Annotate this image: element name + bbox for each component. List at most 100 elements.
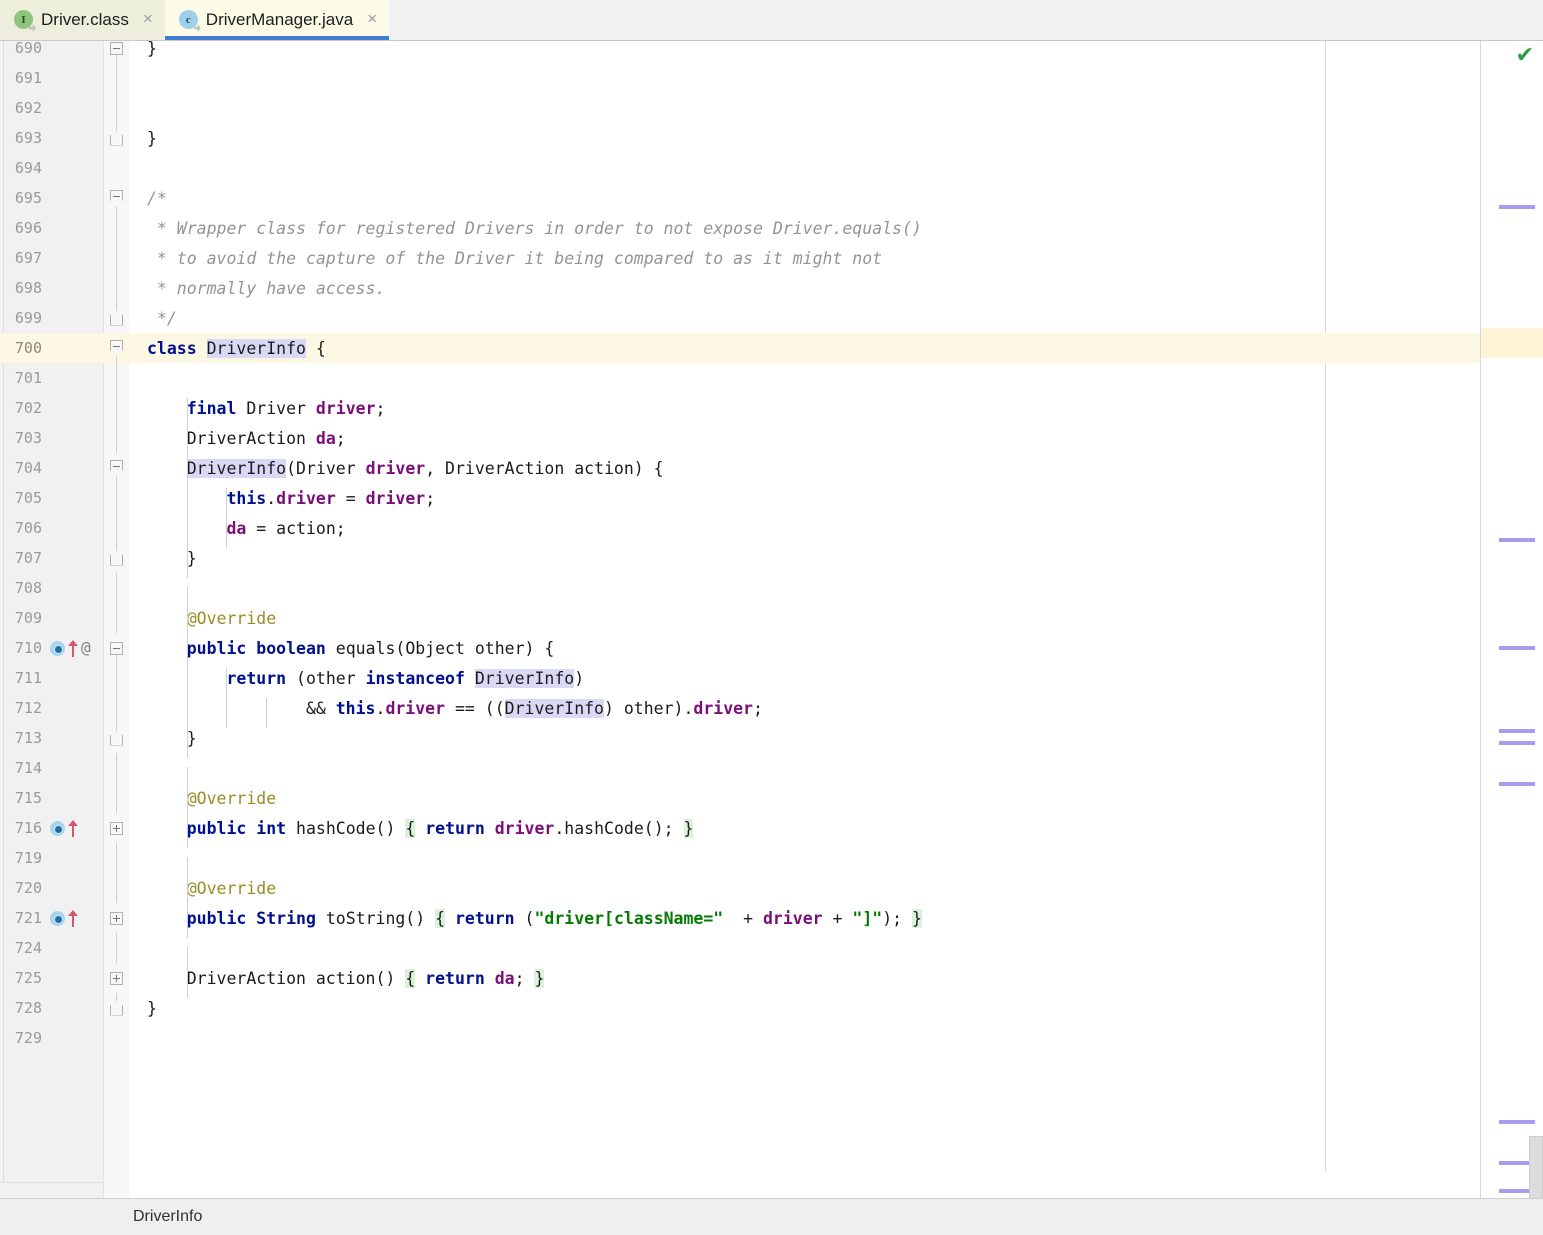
code-text[interactable]: return (other instanceof DriverInfo) xyxy=(129,667,1543,698)
close-icon[interactable]: × xyxy=(141,10,155,29)
code-line-row[interactable]: 708 xyxy=(0,573,1543,617)
code-text[interactable]: public int hashCode() { return driver.ha… xyxy=(129,817,1543,848)
fold-marker-cell[interactable] xyxy=(104,93,129,123)
fold-marker-cell[interactable] xyxy=(104,243,129,273)
code-text[interactable]: public boolean equals(Object other) { xyxy=(129,637,1543,668)
code-text[interactable]: * Wrapper class for registered Drivers i… xyxy=(129,219,1543,238)
fold-marker-cell[interactable] xyxy=(104,453,129,483)
code-text[interactable]: da = action; xyxy=(129,517,1543,548)
code-line-row[interactable]: 697 * to avoid the capture of the Driver… xyxy=(0,243,1543,273)
fold-marker-cell[interactable] xyxy=(104,513,129,543)
fold-marker-cell[interactable] xyxy=(104,693,129,723)
fold-marker-cell[interactable] xyxy=(104,41,129,63)
fold-marker-cell[interactable] xyxy=(104,573,129,603)
code-text[interactable]: @Override xyxy=(129,607,1543,638)
implemented-icon[interactable] xyxy=(50,820,65,836)
fold-marker-cell[interactable] xyxy=(104,753,129,783)
fold-marker-cell[interactable] xyxy=(104,543,129,573)
code-line-row[interactable]: 720 @Override xyxy=(0,873,1543,908)
code-text[interactable]: @Override xyxy=(129,787,1543,818)
fold-marker-cell[interactable] xyxy=(104,183,129,213)
fold-expand-icon[interactable] xyxy=(110,971,123,985)
fold-marker-cell[interactable] xyxy=(104,603,129,633)
code-text[interactable]: } xyxy=(129,41,1543,58)
code-line-row[interactable]: 725 DriverAction action() { return da; } xyxy=(0,963,1543,998)
code-text[interactable]: * normally have access. xyxy=(129,279,1543,298)
code-editor[interactable]: 690} 691 692 693} 694 695 /* 696 * Wrapper clas… xyxy=(0,41,1543,1198)
code-line-row[interactable]: 724 xyxy=(0,933,1543,977)
implemented-icon[interactable] xyxy=(50,640,65,656)
code-text[interactable]: /* xyxy=(129,189,1543,208)
code-line-row[interactable]: 692 xyxy=(0,93,1543,123)
checkmark-icon[interactable]: ✔ xyxy=(1516,45,1534,67)
fold-region-end-icon[interactable] xyxy=(110,1000,123,1016)
usage-marker[interactable] xyxy=(1499,205,1535,209)
code-line-row[interactable]: 690} xyxy=(0,41,1543,63)
fold-marker-cell[interactable] xyxy=(104,873,129,903)
usage-marker[interactable] xyxy=(1499,1120,1535,1124)
code-text[interactable]: } xyxy=(129,547,1543,578)
fold-marker-cell[interactable] xyxy=(104,423,129,453)
overriding-method-icon[interactable] xyxy=(68,639,78,657)
marker-bar[interactable]: ✔ xyxy=(1480,41,1543,1208)
fold-marker-cell[interactable] xyxy=(104,153,129,183)
code-line-row[interactable]: 704 DriverInfo(Driver driver, DriverActi… xyxy=(0,453,1543,488)
code-text[interactable]: && this.driver == ((DriverInfo) other).d… xyxy=(129,697,1543,728)
fold-marker-cell[interactable] xyxy=(104,813,129,843)
code-text[interactable]: } xyxy=(129,129,1543,148)
code-line-row[interactable]: 703 DriverAction da; xyxy=(0,423,1543,458)
code-line-row[interactable]: 715 @Override xyxy=(0,783,1543,818)
code-line-row[interactable]: 710 @ public boolean equals(Object other)… xyxy=(0,633,1543,668)
code-line-row[interactable]: 712 && this.driver == ((DriverInfo) othe… xyxy=(0,693,1543,728)
code-line-row[interactable]: 691 xyxy=(0,63,1543,93)
fold-marker-cell[interactable] xyxy=(104,783,129,813)
fold-expand-icon[interactable] xyxy=(110,821,123,835)
fold-collapse-icon[interactable] xyxy=(110,641,123,655)
code-line-row[interactable]: 699 */ xyxy=(0,303,1543,333)
fold-marker-cell[interactable] xyxy=(104,483,129,513)
fold-marker-cell[interactable] xyxy=(104,903,129,933)
code-line-row[interactable]: 713 } xyxy=(0,723,1543,758)
fold-marker-cell[interactable] xyxy=(104,1023,129,1053)
fold-collapse-icon[interactable] xyxy=(110,189,123,207)
fold-marker-cell[interactable] xyxy=(104,273,129,303)
fold-marker-cell[interactable] xyxy=(104,63,129,93)
fold-marker-cell[interactable] xyxy=(104,303,129,333)
code-line-row[interactable]: 701 xyxy=(0,363,1543,393)
code-line-row[interactable]: 698 * normally have access. xyxy=(0,273,1543,303)
code-line-row[interactable]: 706 da = action; xyxy=(0,513,1543,548)
fold-marker-cell[interactable] xyxy=(104,393,129,423)
code-line-row[interactable]: 721 public String toString() { return ("… xyxy=(0,903,1543,938)
code-line-row[interactable]: 702 final Driver driver; xyxy=(0,393,1543,428)
overriding-method-icon[interactable] xyxy=(68,819,78,837)
fold-region-end-icon[interactable] xyxy=(110,310,123,326)
code-text[interactable]: public String toString() { return ("driv… xyxy=(129,907,1543,938)
fold-marker-cell[interactable] xyxy=(104,333,129,363)
code-text[interactable]: class DriverInfo { xyxy=(129,338,1543,358)
code-text[interactable]: final Driver driver; xyxy=(129,397,1543,428)
fold-marker-cell[interactable] xyxy=(104,993,129,1023)
usage-marker[interactable] xyxy=(1499,646,1535,650)
fold-region-end-icon[interactable] xyxy=(110,550,123,566)
fold-marker-cell[interactable] xyxy=(104,723,129,753)
code-text[interactable]: DriverInfo(Driver driver, DriverAction a… xyxy=(129,457,1543,488)
overriding-method-icon[interactable] xyxy=(68,909,78,927)
fold-collapse-icon[interactable] xyxy=(110,459,123,477)
fold-marker-cell[interactable] xyxy=(104,633,129,663)
fold-marker-cell[interactable] xyxy=(104,933,129,963)
fold-collapse-icon[interactable] xyxy=(110,41,123,55)
code-line-row[interactable]: 694 xyxy=(0,153,1543,183)
code-line-row[interactable]: 729 xyxy=(0,1023,1543,1053)
usage-marker[interactable] xyxy=(1499,782,1535,786)
code-text[interactable]: DriverAction da; xyxy=(129,427,1543,458)
annotation-icon[interactable]: @ xyxy=(81,640,91,656)
code-text[interactable]: * to avoid the capture of the Driver it … xyxy=(129,249,1543,268)
usage-marker[interactable] xyxy=(1499,741,1535,745)
fold-region-end-icon[interactable] xyxy=(110,730,123,746)
fold-region-end-icon[interactable] xyxy=(110,130,123,146)
breadcrumb[interactable]: DriverInfo xyxy=(133,1208,202,1226)
fold-marker-cell[interactable] xyxy=(104,663,129,693)
code-line-row[interactable]: 696 * Wrapper class for registered Drive… xyxy=(0,213,1543,243)
code-text[interactable]: */ xyxy=(129,309,1543,328)
code-line-row[interactable]: 707 } xyxy=(0,543,1543,578)
